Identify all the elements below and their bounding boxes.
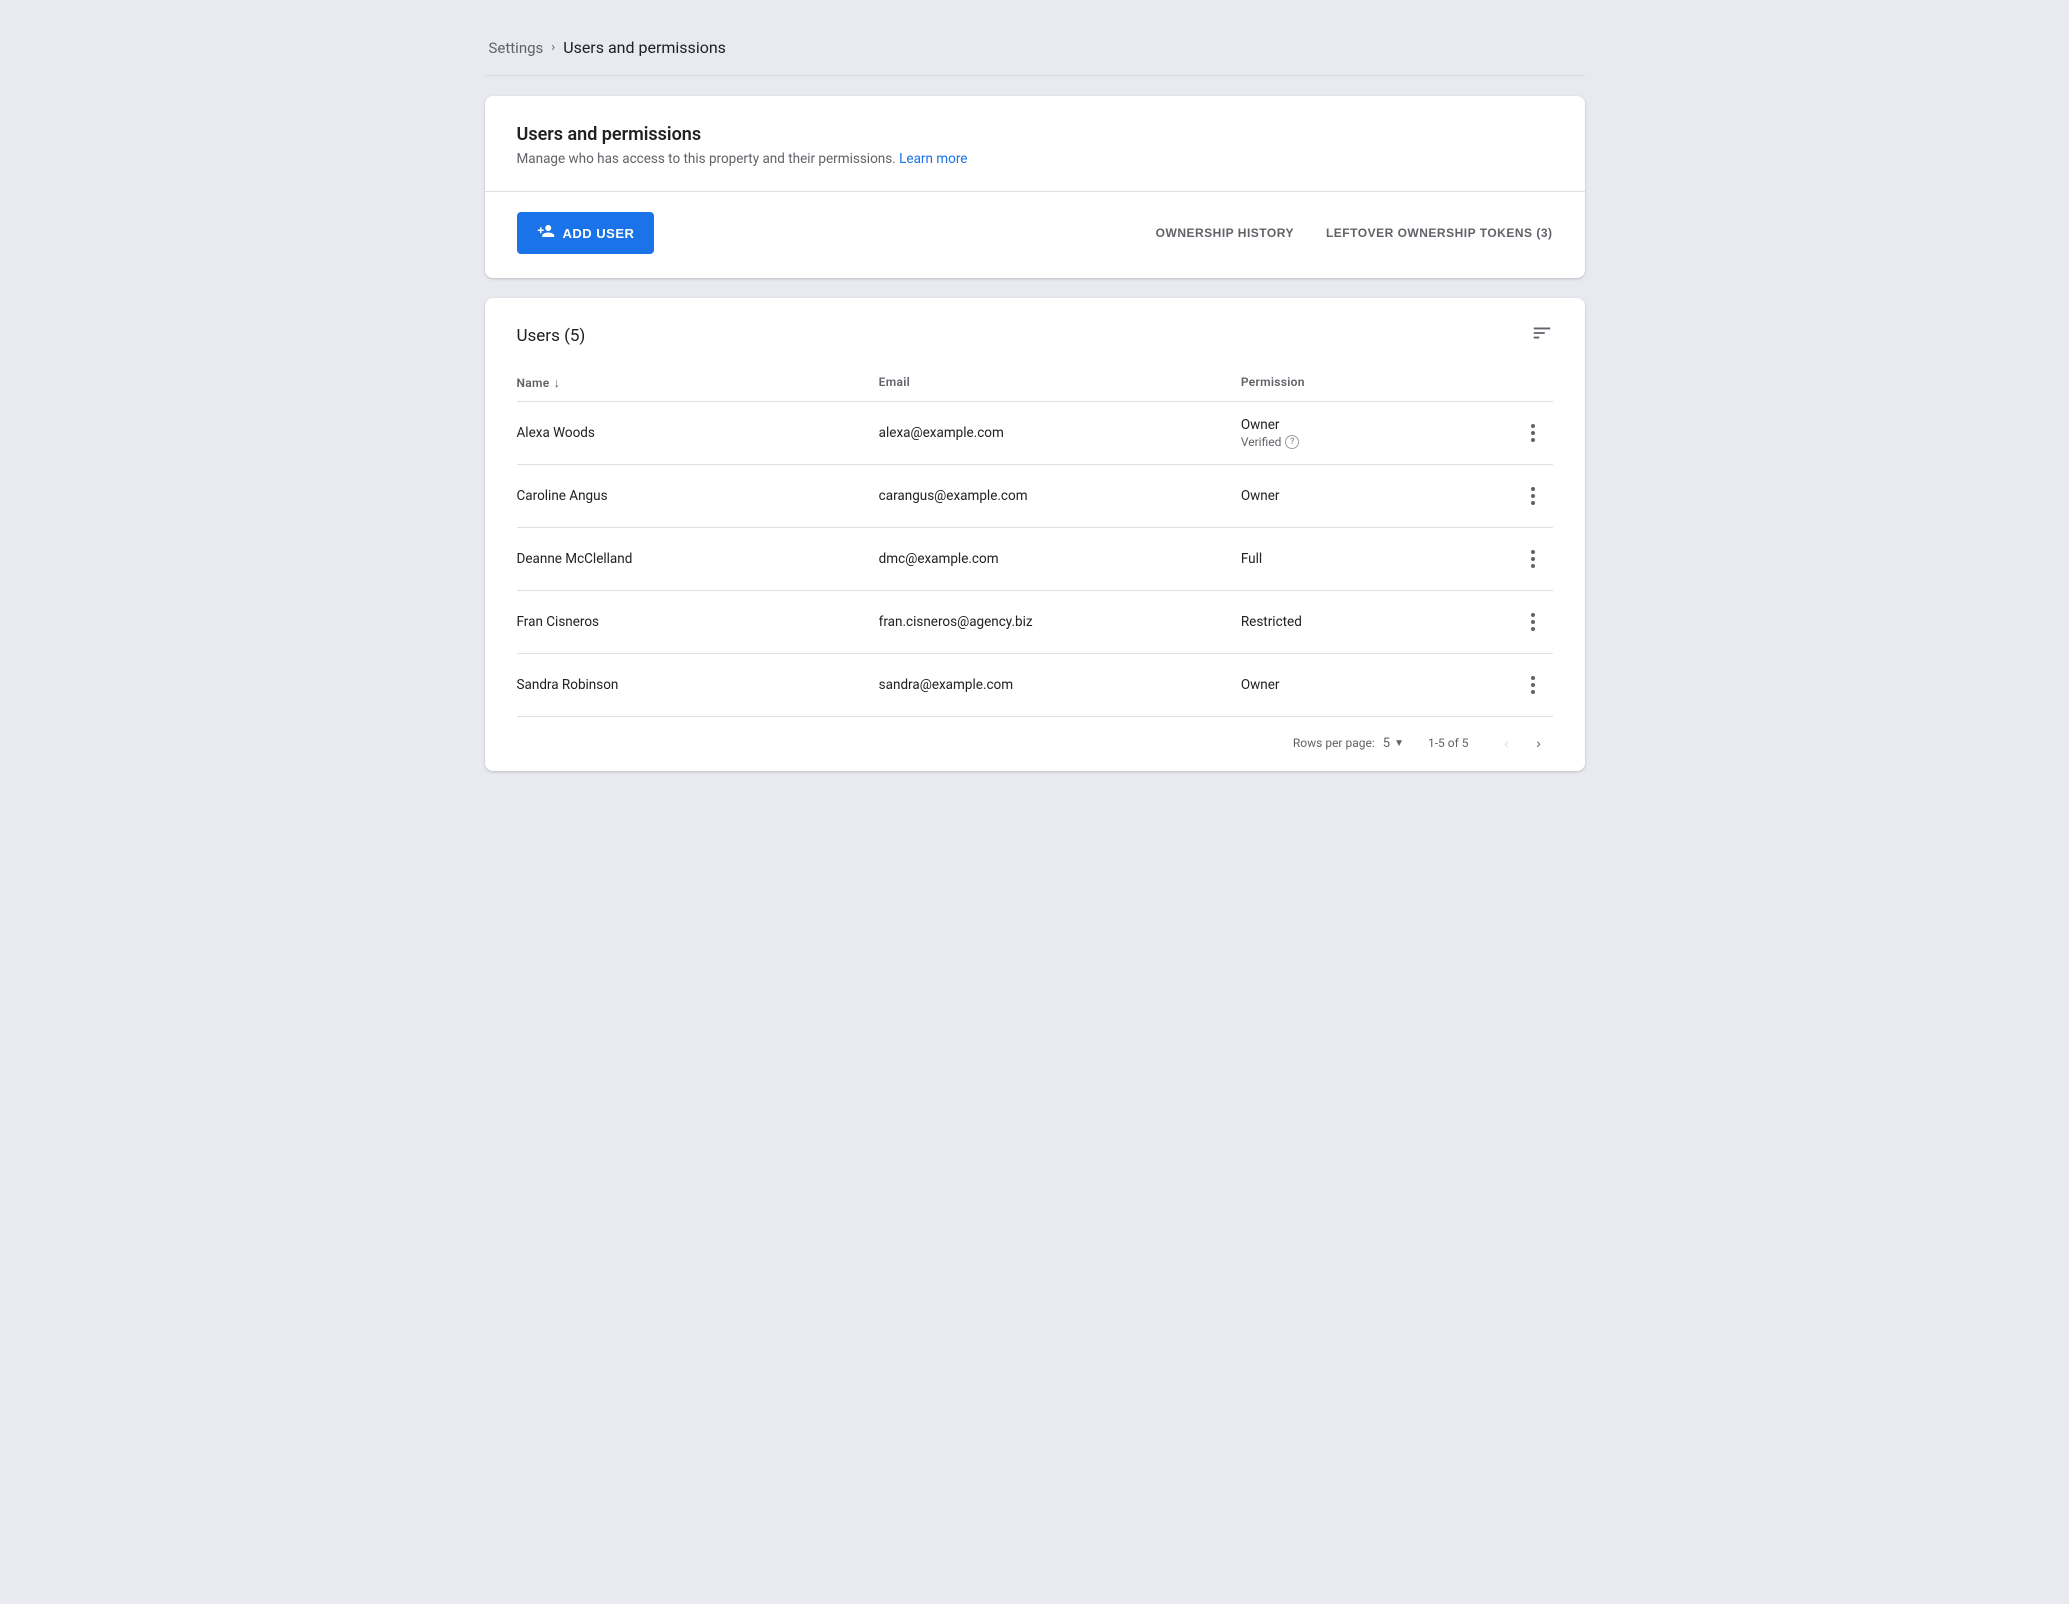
rows-per-page-label: Rows per page: bbox=[1293, 736, 1375, 750]
rows-value: 5 bbox=[1383, 736, 1390, 751]
verified-label: Verified bbox=[1241, 435, 1282, 449]
learn-more-link[interactable]: Learn more bbox=[899, 151, 967, 167]
breadcrumb-arrow: › bbox=[551, 40, 555, 55]
table-row: Fran Cisneros fran.cisneros@agency.biz R… bbox=[517, 591, 1553, 654]
cell-name: Fran Cisneros bbox=[517, 614, 879, 630]
users-card: Users (5) Name ↓ Email Permission Alexa … bbox=[485, 298, 1585, 771]
table-body: Alexa Woods alexa@example.com Owner Veri… bbox=[517, 402, 1553, 716]
cell-email: carangus@example.com bbox=[879, 488, 1241, 504]
cell-permission: Owner bbox=[1241, 488, 1513, 504]
row-menu-button[interactable] bbox=[1513, 479, 1553, 513]
prev-page-button[interactable]: ‹ bbox=[1493, 729, 1521, 757]
cell-name: Caroline Angus bbox=[517, 488, 879, 504]
page-description: Manage who has access to this property a… bbox=[517, 151, 1553, 167]
row-menu-button[interactable] bbox=[1513, 416, 1553, 450]
filter-icon[interactable] bbox=[1531, 322, 1553, 349]
col-header-actions bbox=[1513, 375, 1553, 391]
cell-permission: Owner bbox=[1241, 677, 1513, 693]
cell-email: fran.cisneros@agency.biz bbox=[879, 614, 1241, 630]
col-header-email: Email bbox=[879, 375, 1241, 391]
row-menu-button[interactable] bbox=[1513, 542, 1553, 576]
page-title: Users and permissions bbox=[517, 124, 1553, 145]
users-title: Users (5) bbox=[517, 326, 586, 346]
add-user-button[interactable]: ADD USER bbox=[517, 212, 655, 254]
cell-email: dmc@example.com bbox=[879, 551, 1241, 567]
row-menu-button[interactable] bbox=[1513, 605, 1553, 639]
cell-permission: Restricted bbox=[1241, 614, 1513, 630]
table-row: Deanne McClelland dmc@example.com Full bbox=[517, 528, 1553, 591]
table-row: Alexa Woods alexa@example.com Owner Veri… bbox=[517, 402, 1553, 465]
col-header-permission: Permission bbox=[1241, 375, 1513, 391]
leftover-tokens-button[interactable]: LEFTOVER OWNERSHIP TOKENS (3) bbox=[1326, 226, 1553, 240]
verified-badge: Verified ? bbox=[1241, 435, 1513, 449]
rows-per-page-select[interactable]: 5 ▼ bbox=[1383, 736, 1404, 751]
pagination-nav: ‹ › bbox=[1493, 729, 1553, 757]
header-card: Users and permissions Manage who has acc… bbox=[485, 96, 1585, 278]
breadcrumb: Settings › Users and permissions bbox=[485, 20, 1585, 75]
sort-arrow-icon: ↓ bbox=[554, 375, 561, 391]
help-icon[interactable]: ? bbox=[1285, 435, 1299, 449]
toolbar: ADD USER OWNERSHIP HISTORY LEFTOVER OWNE… bbox=[517, 212, 1553, 254]
cell-email: sandra@example.com bbox=[879, 677, 1241, 693]
table-header: Name ↓ Email Permission bbox=[517, 365, 1553, 402]
cell-name: Alexa Woods bbox=[517, 425, 879, 441]
cell-name: Deanne McClelland bbox=[517, 551, 879, 567]
users-card-header: Users (5) bbox=[517, 322, 1553, 349]
cell-name: Sandra Robinson bbox=[517, 677, 879, 693]
add-user-icon bbox=[537, 222, 555, 244]
ownership-history-button[interactable]: OWNERSHIP HISTORY bbox=[1156, 226, 1294, 240]
add-user-label: ADD USER bbox=[563, 226, 635, 241]
description-text: Manage who has access to this property a… bbox=[517, 151, 896, 167]
col-header-name[interactable]: Name ↓ bbox=[517, 375, 879, 391]
cell-email: alexa@example.com bbox=[879, 425, 1241, 441]
table-row: Caroline Angus carangus@example.com Owne… bbox=[517, 465, 1553, 528]
cell-permission: Full bbox=[1241, 551, 1513, 567]
chevron-down-icon: ▼ bbox=[1394, 738, 1404, 749]
rows-per-page: Rows per page: 5 ▼ bbox=[1293, 736, 1404, 751]
table-footer: Rows per page: 5 ▼ 1-5 of 5 ‹ › bbox=[517, 716, 1553, 771]
toolbar-links: OWNERSHIP HISTORY LEFTOVER OWNERSHIP TOK… bbox=[1156, 226, 1553, 240]
cell-permission: Owner Verified ? bbox=[1241, 417, 1513, 449]
breadcrumb-settings[interactable]: Settings bbox=[489, 39, 544, 57]
pagination-info: 1-5 of 5 bbox=[1428, 736, 1469, 750]
table-row: Sandra Robinson sandra@example.com Owner bbox=[517, 654, 1553, 716]
next-page-button[interactable]: › bbox=[1525, 729, 1553, 757]
row-menu-button[interactable] bbox=[1513, 668, 1553, 702]
breadcrumb-current: Users and permissions bbox=[563, 38, 726, 57]
